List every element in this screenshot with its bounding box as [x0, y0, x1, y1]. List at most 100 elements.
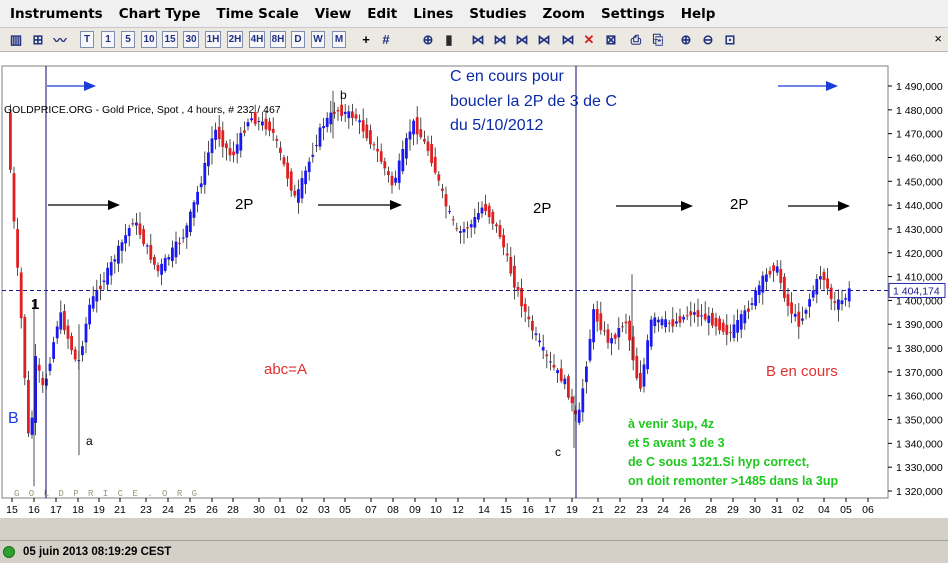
timeframe-m-button[interactable]: M	[332, 31, 346, 48]
candle-down	[505, 253, 509, 256]
label-2p: 2P	[235, 196, 254, 213]
x-tick-label: 07	[365, 504, 377, 516]
timeframe-10-button[interactable]: 10	[141, 31, 157, 48]
candle-down	[372, 144, 376, 146]
candle-up	[120, 242, 124, 251]
grid-icon[interactable]: #	[378, 31, 394, 48]
candle-down	[635, 355, 639, 379]
chart-area[interactable]: 1 490,000 1 480,000 1 470,000 1 460,000 1 45…	[0, 52, 948, 518]
wave-label-B: B	[8, 410, 19, 427]
delete-line-icon[interactable]: ⋈	[560, 31, 576, 48]
timeframe-4h-button[interactable]: 4H	[249, 31, 265, 48]
fibonacci-icon[interactable]: ⋈	[514, 31, 530, 48]
watermark: G O L D P R I C E . O R G	[14, 489, 199, 499]
candle-down	[513, 265, 516, 288]
crosshair-icon[interactable]: +	[358, 31, 374, 48]
candle-up	[102, 280, 106, 282]
candle-down	[829, 287, 833, 300]
menu-bar: Instruments Chart Type Time Scale View Edit L…	[0, 0, 948, 28]
candle-up	[235, 144, 239, 154]
annotation-line: C en cours pour	[450, 68, 564, 85]
candle-up	[682, 316, 685, 320]
timeframe-d-button[interactable]: D	[291, 31, 305, 48]
x-tick-label: 03	[318, 504, 330, 516]
line-chart-icon[interactable]: 〰	[52, 31, 68, 48]
chart-type-icon[interactable]: ⊞	[30, 31, 46, 48]
candle-down	[671, 319, 675, 327]
volume-icon[interactable]: ▮	[441, 31, 457, 48]
menu-zoom[interactable]: Zoom	[535, 6, 593, 22]
indicator-icon[interactable]: ⊕	[420, 31, 436, 48]
menu-chart-type[interactable]: Chart Type	[111, 6, 209, 22]
menu-view[interactable]: View	[307, 6, 359, 22]
candle-down	[430, 144, 433, 164]
candle-down	[729, 332, 732, 334]
candle-down	[545, 354, 549, 357]
candle-down	[217, 126, 221, 140]
candle-down	[491, 211, 495, 224]
x-tick-label: 24	[657, 504, 669, 516]
zoom-out-icon[interactable]: ⊖	[700, 31, 716, 48]
candle-up	[343, 111, 347, 115]
timeframe-2h-button[interactable]: 2H	[227, 31, 243, 48]
candle-up	[581, 388, 585, 413]
y-tick-label: 1 350,000	[896, 415, 943, 427]
candle-up	[480, 207, 484, 214]
candle-down	[639, 372, 642, 389]
menu-instruments[interactable]: Instruments	[2, 6, 111, 22]
timeframe-t-button[interactable]: T	[80, 31, 94, 48]
zoom-reset-icon[interactable]: ⊡	[722, 31, 738, 48]
trendline-icon[interactable]: ⋈	[470, 31, 486, 48]
channel-icon[interactable]: ⋈	[492, 31, 508, 48]
candle-down	[156, 264, 160, 272]
candle-down	[441, 188, 444, 191]
timeframe-5-button[interactable]: 5	[121, 31, 135, 48]
green-annotation-line: on doit remonter >1485 dans la 3up	[628, 474, 839, 488]
candle-down	[379, 151, 383, 162]
candle-down	[689, 311, 693, 316]
candle-down	[351, 111, 354, 118]
timeframe-8h-button[interactable]: 8H	[270, 31, 286, 48]
menu-studies[interactable]: Studies	[461, 6, 534, 22]
gann-icon[interactable]: ⋈	[536, 31, 552, 48]
candle-up	[700, 315, 703, 317]
candle-up	[808, 299, 811, 307]
timeframe-15-button[interactable]: 15	[162, 31, 178, 48]
candle-down	[595, 308, 599, 322]
candle-up	[113, 259, 117, 262]
menu-lines[interactable]: Lines	[405, 6, 461, 22]
menu-edit[interactable]: Edit	[359, 6, 405, 22]
print-preview-icon[interactable]: ⎘	[650, 31, 666, 48]
zoom-in-icon[interactable]: ⊕	[678, 31, 694, 48]
candle-down	[433, 156, 437, 173]
candle-down	[225, 143, 228, 149]
annotation-line: du 5/10/2012	[450, 117, 544, 134]
candle-down	[73, 349, 77, 360]
menu-settings[interactable]: Settings	[593, 6, 673, 22]
candle-up	[754, 290, 757, 306]
menu-help[interactable]: Help	[673, 6, 724, 22]
candle-up	[412, 120, 415, 135]
timeframe-30-button[interactable]: 30	[183, 31, 199, 48]
connection-status-icon	[3, 546, 15, 558]
candle-up	[775, 266, 779, 273]
timeframe-1-button[interactable]: 1	[101, 31, 115, 48]
candle-up	[185, 225, 189, 238]
timeframe-w-button[interactable]: W	[311, 31, 325, 48]
delete-all-icon[interactable]: ⊠	[603, 31, 619, 48]
delete-icon[interactable]: ✕	[581, 31, 597, 48]
close-icon[interactable]: ×	[934, 31, 942, 46]
candle-up	[793, 313, 797, 317]
candle-up	[124, 235, 127, 244]
candle-up	[84, 323, 88, 343]
candle-down	[293, 190, 297, 196]
instrument-icon[interactable]: ▥	[8, 31, 24, 48]
timeframe-1h-button[interactable]: 1H	[205, 31, 221, 48]
x-tick-label: 10	[430, 504, 442, 516]
candle-up	[840, 300, 844, 305]
candle-up	[811, 290, 815, 298]
print-icon[interactable]: ⎙	[628, 31, 644, 48]
menu-time-scale[interactable]: Time Scale	[208, 6, 306, 22]
candle-up	[477, 213, 480, 220]
x-tick-label: 23	[140, 504, 152, 516]
